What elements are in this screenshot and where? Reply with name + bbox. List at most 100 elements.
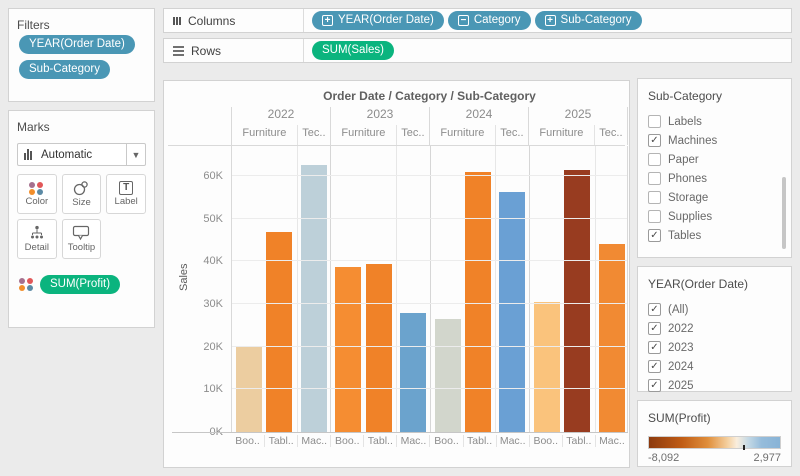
legend-max-value: 2,977 (753, 452, 781, 464)
year-header-2024: 2024 (430, 107, 529, 125)
bar-2025-bookcases[interactable] (534, 302, 560, 432)
x-axis-label: Mac.. (496, 435, 529, 447)
subcategory-filter-item-tables[interactable]: ✓Tables (648, 226, 781, 245)
bar-2023-bookcases[interactable] (335, 267, 361, 433)
pill-label: SUM(Sales) (322, 45, 384, 57)
checkbox-checked-icon[interactable]: ✓ (648, 379, 661, 392)
size-button[interactable]: Size (62, 174, 102, 214)
x-axis-labels: Boo..Tabl..Mac..Boo..Tabl..Mac..Boo..Tab… (231, 435, 628, 447)
year-filter-item-2025[interactable]: ✓ 2025 (648, 376, 781, 395)
filters-title: Filters (17, 18, 146, 32)
rows-icon (173, 46, 184, 56)
x-axis-label: Tabl.. (562, 435, 595, 447)
subcategory-filter-item-machines[interactable]: ✓ Machines (648, 131, 781, 150)
text-label-icon: T (119, 181, 133, 195)
pill-label: YEAR(Order Date) (29, 39, 125, 51)
checkbox-label: Phones (668, 173, 707, 185)
year-header-2025: 2025 (529, 107, 628, 125)
checkbox-unchecked-icon[interactable] (648, 115, 661, 128)
color-gradient-bar[interactable] (648, 436, 781, 449)
year-filter-item-2022[interactable]: ✓ 2022 (648, 319, 781, 338)
year-filter-item-2023[interactable]: ✓2023 (648, 338, 781, 357)
subcategory-filter-item-phones[interactable]: Phones (648, 169, 781, 188)
checkbox-label: Supplies (668, 211, 712, 223)
gridline (232, 175, 627, 176)
gridline (232, 218, 627, 219)
bar-2022-tables[interactable] (266, 232, 292, 433)
columns-pill-category[interactable]: −Category (448, 11, 531, 30)
x-axis-line (172, 432, 628, 433)
color-dots-icon (29, 182, 44, 195)
checkbox-unchecked-icon[interactable] (648, 210, 661, 223)
checkbox-unchecked-icon[interactable] (648, 153, 661, 166)
x-axis-label: Tabl.. (463, 435, 496, 447)
color-dot (27, 285, 33, 291)
x-axis-label: Boo.. (429, 435, 462, 447)
color-dot (19, 285, 25, 291)
pill-label: YEAR(Order Date) (338, 15, 434, 27)
columns-shelf-label-zone: Columns (164, 9, 304, 32)
color-encoding-icon[interactable] (19, 278, 34, 291)
bar-2024-bookcases[interactable] (435, 319, 461, 432)
filter-pill-sub-category[interactable]: Sub-Category (19, 60, 110, 79)
checkbox-label: 2022 (668, 323, 694, 335)
checkbox-label: 2025 (668, 380, 694, 392)
bar-2023-tables[interactable] (366, 264, 392, 432)
checkbox-checked-icon[interactable]: ✓ (648, 341, 661, 354)
bar-2023-machines[interactable] (400, 313, 426, 433)
year-filter-title: YEAR(Order Date) (648, 277, 781, 291)
columns-icon (173, 17, 181, 25)
marks-panel: Marks Automatic ▼ Color Size T Label (8, 110, 155, 328)
rows-pill-sum-sales[interactable]: SUM(Sales) (312, 41, 394, 60)
x-axis-label: Mac.. (396, 435, 429, 447)
checkbox-label: Paper (668, 154, 699, 166)
bar-2025-tables[interactable] (564, 170, 590, 432)
color-dot (19, 278, 25, 284)
expand-minus-icon[interactable]: − (458, 15, 469, 26)
y-axis-tick: 30K (203, 298, 223, 310)
subcategory-filter-item-paper[interactable]: Paper (648, 150, 781, 169)
year-filter-item--all-[interactable]: ✓(All) (648, 300, 781, 319)
color-button[interactable]: Color (17, 174, 57, 214)
bar-2022-machines[interactable] (301, 165, 327, 432)
category-header-2023: Tec.. (397, 125, 430, 145)
bar-2024-tables[interactable] (465, 172, 491, 432)
y-axis-title: Sales (178, 263, 190, 291)
checkbox-checked-icon[interactable]: ✓ (648, 229, 661, 242)
x-axis-label: Boo.. (529, 435, 562, 447)
subcategory-filter-item-supplies[interactable]: Supplies (648, 207, 781, 226)
columns-pill-year-order-date-[interactable]: + YEAR(Order Date) (312, 11, 444, 30)
tooltip-bubble-icon (71, 225, 91, 241)
checkbox-checked-icon[interactable]: ✓ (648, 303, 661, 316)
checkbox-unchecked-icon[interactable] (648, 172, 661, 185)
subcategory-filter-item-labels[interactable]: Labels (648, 112, 781, 131)
chevron-down-icon[interactable]: ▼ (126, 144, 145, 165)
checkbox-checked-icon[interactable]: ✓ (648, 322, 661, 335)
columns-pill-sub-category[interactable]: + Sub-Category (535, 11, 642, 30)
bar-2025-machines[interactable] (599, 244, 625, 432)
year-filter-panel: YEAR(Order Date) ✓(All)✓2022✓2023✓2024✓2… (637, 266, 792, 392)
tooltip-button[interactable]: Tooltip (62, 219, 102, 259)
scrollbar-thumb[interactable] (782, 177, 786, 249)
expand-plus-icon[interactable]: + (545, 15, 556, 26)
year-filter-item-2024[interactable]: ✓2024 (648, 357, 781, 376)
year-header-2022: 2022 (232, 107, 331, 125)
profit-encoding-pill[interactable]: SUM(Profit) (40, 275, 120, 294)
pill-label: Sub-Category (561, 15, 632, 27)
checkbox-unchecked-icon[interactable] (648, 191, 661, 204)
checkbox-checked-icon[interactable]: ✓ (648, 134, 661, 147)
detail-button[interactable]: Detail (17, 219, 57, 259)
bar-2024-machines[interactable] (499, 192, 525, 432)
mark-type-dropdown[interactable]: Automatic ▼ (17, 143, 146, 166)
expand-plus-icon[interactable]: + (322, 15, 333, 26)
label-button[interactable]: T Label (106, 174, 146, 214)
color-dot (37, 182, 43, 188)
subcategory-filter-panel: Sub-Category Labels✓MachinesPaperPhonesS… (637, 78, 792, 258)
x-axis-label: Boo.. (330, 435, 363, 447)
subcategory-filter-item-storage[interactable]: Storage (648, 188, 781, 207)
category-header-2023: Furniture (331, 125, 397, 145)
checkbox-checked-icon[interactable]: ✓ (648, 360, 661, 373)
filter-pill-year-order-date[interactable]: YEAR(Order Date) (19, 35, 135, 54)
checkbox-label: Machines (668, 135, 717, 147)
y-axis-tick: 60K (203, 170, 223, 182)
